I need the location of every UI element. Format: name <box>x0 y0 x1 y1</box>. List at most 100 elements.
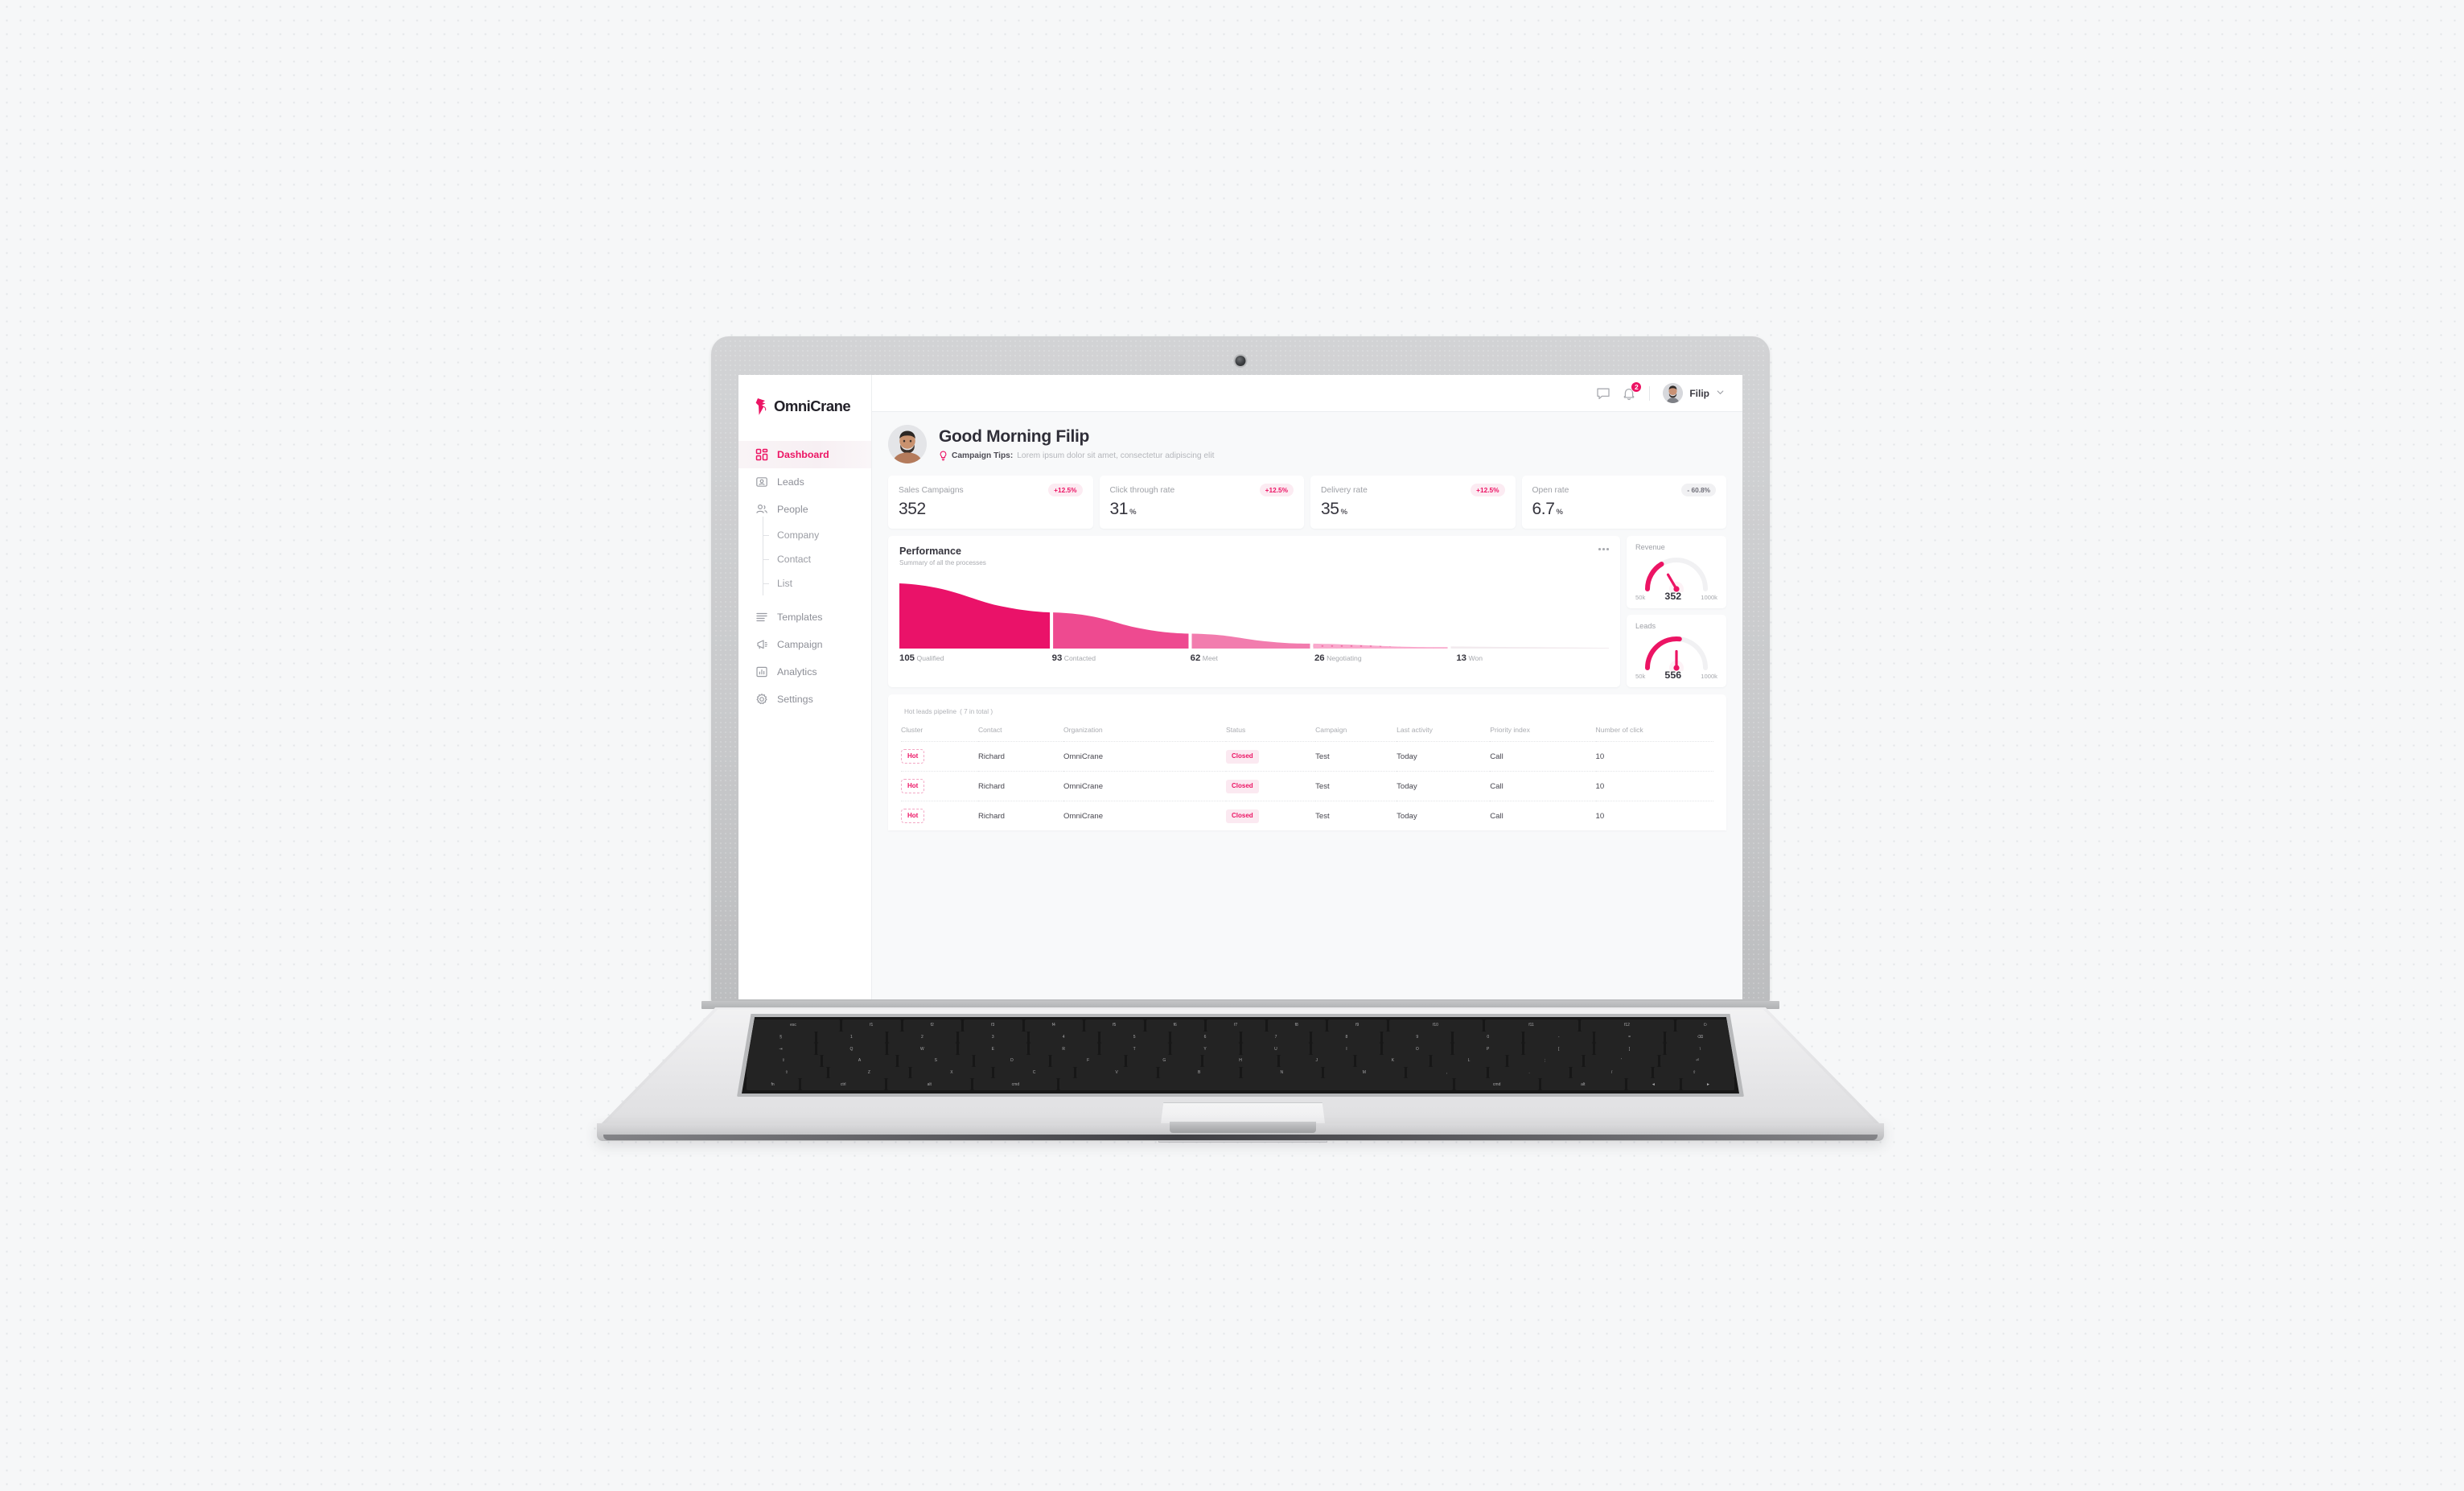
keyboard-key[interactable]: ⌫ <box>1666 1031 1734 1044</box>
keyboard-key[interactable]: f9 <box>1328 1019 1387 1032</box>
keyboard-key[interactable]: \ <box>1666 1043 1734 1056</box>
keyboard-key[interactable]: E <box>958 1043 1027 1056</box>
brand-logo[interactable]: OmniCrane <box>738 393 871 420</box>
keyboard-key[interactable]: F <box>1051 1055 1125 1067</box>
sidebar-item-people[interactable]: People <box>738 496 871 523</box>
kpi-card-delivery-rate[interactable]: Delivery rate +12.5% 35% <box>1310 476 1516 529</box>
keyboard-key[interactable]: I <box>1312 1043 1381 1056</box>
keyboard-key[interactable]: . <box>1489 1066 1569 1079</box>
keyboard-key[interactable]: = <box>1595 1031 1664 1044</box>
column-header-last-activity[interactable]: Last activity <box>1397 726 1490 742</box>
sidebar-subitem-list[interactable]: List <box>738 565 871 595</box>
keyboard-keys[interactable]: esc f1 f2 f3 f4 f5 f6 f7 f8 f9 f10 f11 f12 ⏻ § 1 2 3 4 5 6 7 8… <box>742 1017 1739 1094</box>
keyboard-key[interactable]: B <box>1158 1066 1240 1079</box>
column-header-campaign[interactable]: Campaign <box>1315 726 1397 742</box>
keyboard-key[interactable]: D <box>975 1055 1049 1067</box>
keyboard-key[interactable]: N <box>1241 1066 1322 1079</box>
kpi-card-sales-campaigns[interactable]: Sales Campaigns +12.5% 352 <box>888 476 1093 529</box>
keyboard-key[interactable]: ◄ <box>1627 1078 1680 1091</box>
kpi-card-click-through-rate[interactable]: Click through rate +12.5% 31% <box>1099 476 1304 529</box>
keyboard-key[interactable]: f6 <box>1146 1019 1204 1032</box>
more-horizontal-icon[interactable] <box>1598 546 1609 550</box>
keyboard-key[interactable]: 7 <box>1241 1031 1310 1044</box>
keyboard-key[interactable]: f11 <box>1484 1019 1578 1032</box>
keyboard-key[interactable]: ► <box>1681 1078 1734 1091</box>
keyboard-key[interactable]: K <box>1355 1055 1430 1067</box>
column-header-status[interactable]: Status <box>1226 726 1315 742</box>
keyboard-key[interactable]: 5 <box>1100 1031 1169 1044</box>
user-menu[interactable]: Filip <box>1663 383 1725 403</box>
keyboard-key[interactable]: alt <box>887 1078 972 1091</box>
keyboard-key[interactable]: ⇥ <box>747 1043 815 1056</box>
keyboard-key[interactable]: Z <box>829 1066 910 1079</box>
keyboard-key[interactable]: 0 <box>1454 1031 1523 1044</box>
keyboard-key[interactable]: ⇧ <box>1654 1066 1734 1079</box>
keyboard-key[interactable]: ⇧ <box>747 1066 827 1079</box>
keyboard-key[interactable]: ⏻ <box>1676 1019 1734 1032</box>
keyboard-key[interactable]: 4 <box>1029 1031 1098 1044</box>
keyboard-key[interactable]: T <box>1100 1043 1169 1056</box>
column-header-organization[interactable]: Organization <box>1063 726 1226 742</box>
keyboard-key[interactable]: alt <box>1541 1078 1625 1091</box>
keyboard-key[interactable]: esc <box>747 1019 840 1032</box>
keyboard-key[interactable]: Q <box>817 1043 886 1056</box>
keyboard-key[interactable]: f2 <box>903 1019 961 1032</box>
keyboard-key[interactable]: ] <box>1595 1043 1664 1056</box>
sidebar-subitem-contact[interactable]: Contact <box>738 541 871 571</box>
chat-bubble-icon[interactable] <box>1596 386 1610 401</box>
keyboard-key[interactable]: f7 <box>1207 1019 1265 1032</box>
sidebar-subitem-company[interactable]: Company <box>738 517 871 547</box>
keyboard-key[interactable]: cmd <box>973 1078 1058 1091</box>
keyboard-key[interactable]: H <box>1203 1055 1277 1067</box>
keyboard-key[interactable]: ; <box>1508 1055 1582 1067</box>
sidebar-item-analytics[interactable]: Analytics <box>738 658 871 686</box>
keyboard-key[interactable]: f5 <box>1085 1019 1144 1032</box>
keyboard-key[interactable]: O <box>1383 1043 1452 1056</box>
keyboard-key[interactable]: ⏎ <box>1660 1055 1734 1067</box>
sidebar-item-leads[interactable]: Leads <box>738 468 871 496</box>
kpi-card-open-rate[interactable]: Open rate - 60.8% 6.7% <box>1521 476 1726 529</box>
keyboard-key[interactable]: J <box>1279 1055 1354 1067</box>
keyboard-key[interactable]: f1 <box>842 1019 901 1032</box>
keyboard-key[interactable]: P <box>1454 1043 1523 1056</box>
sidebar-item-campaign[interactable]: Campaign <box>738 631 871 658</box>
keyboard-key[interactable]: ' <box>1584 1055 1659 1067</box>
keyboard-key[interactable]: 9 <box>1383 1031 1452 1044</box>
keyboard-key[interactable]: fn <box>747 1078 800 1091</box>
keyboard-key[interactable]: f8 <box>1267 1019 1326 1032</box>
keyboard-key[interactable]: cmd <box>1454 1078 1539 1091</box>
column-header-cluster[interactable]: Cluster <box>901 726 978 742</box>
keyboard-key[interactable]: [ <box>1524 1043 1594 1056</box>
table-row[interactable]: Hot Richard OmniCrane Closed Test Today … <box>901 771 1713 801</box>
column-header-priority[interactable]: Priority index <box>1490 726 1595 742</box>
keyboard-key[interactable]: 8 <box>1312 1031 1381 1044</box>
keyboard-key[interactable]: 3 <box>958 1031 1027 1044</box>
column-header-clicks[interactable]: Number of click <box>1596 726 1713 742</box>
keyboard-key[interactable]: / <box>1571 1066 1652 1079</box>
keyboard-key[interactable]: f12 <box>1580 1019 1674 1032</box>
keyboard-key[interactable]: , <box>1406 1066 1487 1079</box>
table-row[interactable]: Hot Richard OmniCrane Closed Test Today … <box>901 801 1713 830</box>
keyboard-key[interactable]: L <box>1432 1055 1506 1067</box>
sidebar-item-settings[interactable]: Settings <box>738 686 871 713</box>
keyboard-key[interactable]: Y <box>1170 1043 1240 1056</box>
keyboard-key[interactable]: G <box>1127 1055 1202 1067</box>
keyboard-key[interactable]: V <box>1076 1066 1157 1079</box>
sidebar-item-templates[interactable]: Templates <box>738 603 871 631</box>
keyboard-key[interactable]: 1 <box>817 1031 886 1044</box>
keyboard-key[interactable]: - <box>1524 1031 1594 1044</box>
keyboard-key[interactable]: X <box>911 1066 992 1079</box>
sidebar-item-dashboard[interactable]: Dashboard <box>738 441 871 468</box>
keyboard-key[interactable]: f4 <box>1024 1019 1083 1032</box>
keyboard-key[interactable]: 6 <box>1170 1031 1240 1044</box>
keyboard-key[interactable]: A <box>822 1055 897 1067</box>
keyboard-key[interactable]: U <box>1241 1043 1310 1056</box>
keyboard-key[interactable]: S <box>899 1055 973 1067</box>
keyboard-key[interactable]: C <box>993 1066 1075 1079</box>
keyboard-key[interactable]: ⇪ <box>747 1055 821 1067</box>
keyboard-key[interactable]: f10 <box>1388 1019 1483 1032</box>
keyboard-key[interactable]: ctrl <box>801 1078 886 1091</box>
column-header-contact[interactable]: Contact <box>978 726 1063 742</box>
keyboard-key[interactable] <box>1059 1078 1453 1091</box>
keyboard-key[interactable]: f3 <box>964 1019 1022 1032</box>
